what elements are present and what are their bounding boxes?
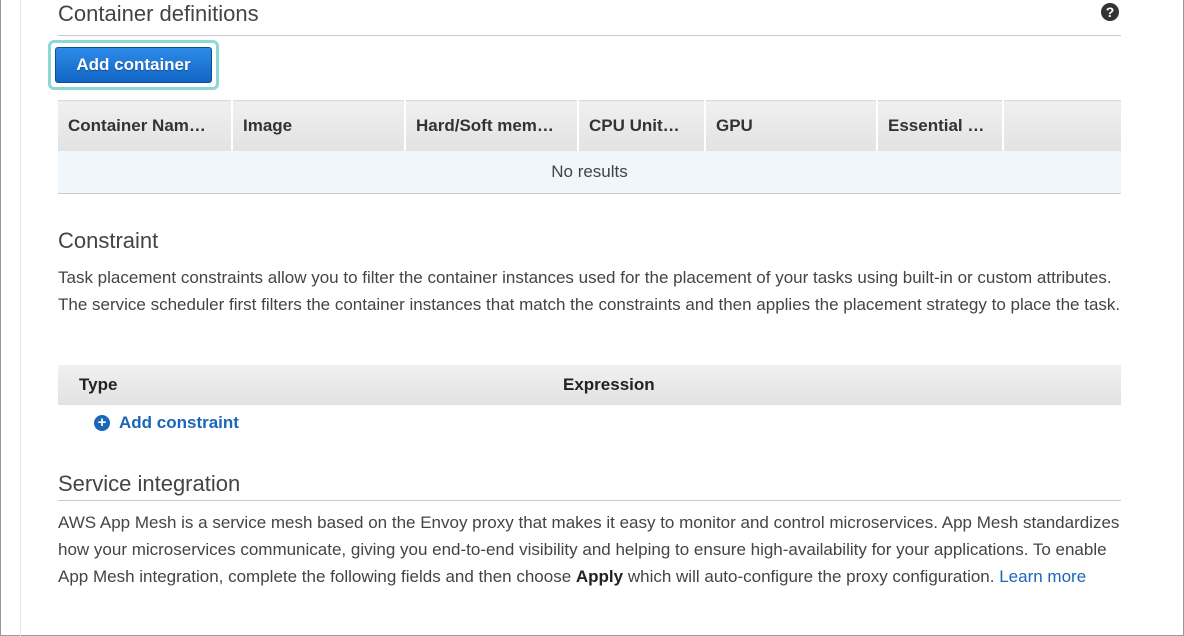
constraint-table-header: Type Expression — [58, 365, 1121, 405]
question-circle-icon[interactable]: ? — [1101, 3, 1119, 21]
container-definitions-title: Container definitions — [58, 1, 259, 26]
add-constraint-label: Add constraint — [119, 413, 239, 432]
column-header-image[interactable]: Image — [232, 100, 406, 151]
column-header-cpu-units[interactable]: CPU Unit… — [578, 100, 706, 151]
constraint-section: Constraint Task placement constraints al… — [58, 227, 1121, 432]
add-container-focus-ring: Add container — [48, 40, 219, 90]
table-header-row: Container Nam… Image Hard/Soft mem… CPU … — [58, 100, 1121, 151]
constraint-title: Constraint — [58, 228, 159, 253]
container-definitions-header: Container definitions ? — [58, 0, 1121, 36]
learn-more-link[interactable]: Learn more — [999, 567, 1086, 586]
content: Container definitions ? Add container Co… — [48, 0, 1121, 586]
description-text-end: which will auto-configure the proxy conf… — [623, 567, 1000, 586]
table-row: No results — [58, 151, 1121, 194]
column-header-essential[interactable]: Essential … — [877, 100, 1004, 151]
add-constraint-link[interactable]: + Add constraint — [94, 413, 239, 433]
left-divider — [20, 0, 21, 636]
service-integration-section: Service integration AWS App Mesh is a se… — [58, 470, 1121, 590]
column-header-actions — [1003, 100, 1121, 151]
apply-emphasis: Apply — [575, 567, 624, 586]
empty-message: No results — [58, 151, 1121, 194]
column-header-type: Type — [79, 375, 118, 394]
service-integration-header: Service integration — [58, 470, 1121, 501]
constraint-description: Task placement constraints allow you to … — [58, 268, 1121, 314]
add-container-button[interactable]: Add container — [55, 47, 212, 83]
service-integration-description: AWS App Mesh is a service mesh based on … — [58, 509, 1121, 590]
plus-circle-icon: + — [94, 415, 110, 431]
service-integration-title: Service integration — [58, 471, 241, 496]
column-header-expression: Expression — [563, 375, 655, 394]
column-header-container-name[interactable]: Container Nam… — [58, 100, 233, 151]
column-header-memory[interactable]: Hard/Soft mem… — [405, 100, 579, 151]
column-header-gpu[interactable]: GPU — [705, 100, 878, 151]
container-definitions-table: Container Nam… Image Hard/Soft mem… CPU … — [58, 100, 1121, 194]
